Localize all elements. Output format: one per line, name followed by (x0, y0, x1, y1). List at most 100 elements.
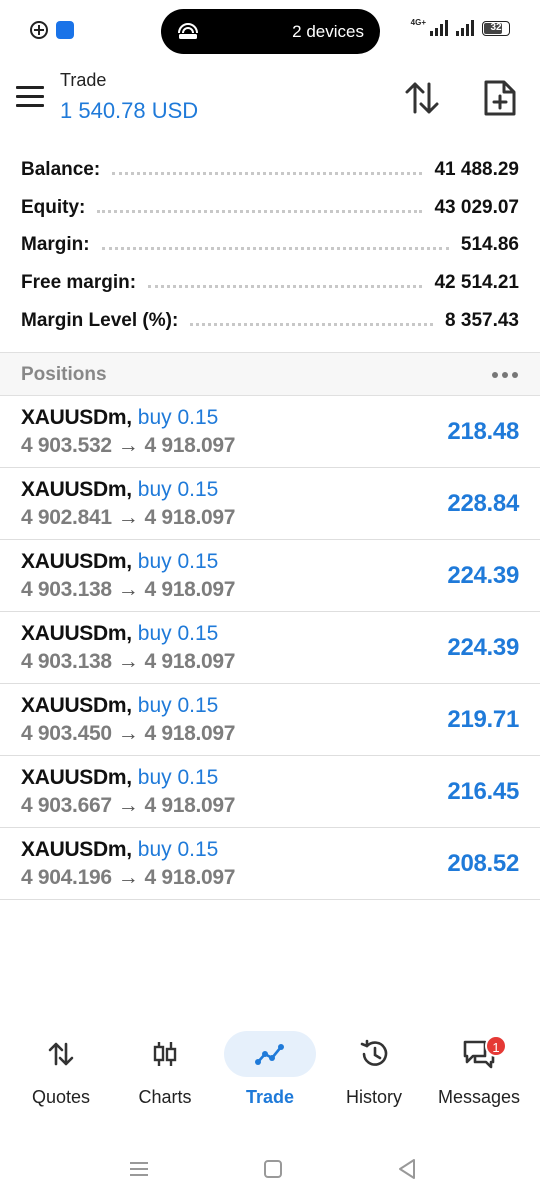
header-profit: 1 540.78 USD (60, 98, 199, 123)
position-side: buy 0.15 (137, 478, 219, 501)
summary-value: 41 488.29 (434, 159, 519, 180)
position-symbol: XAUUSDm, (21, 694, 132, 717)
nav-label: Messages (437, 1087, 521, 1107)
battery-level: 32 (490, 21, 502, 33)
position-profit: 218.48 (447, 418, 519, 445)
dotted-leader (101, 246, 449, 250)
status-left-icons (30, 21, 74, 39)
position-open-price: 4 903.667 (21, 794, 112, 817)
position-open-price: 4 902.841 (21, 506, 112, 529)
arrow-right-icon: → (117, 722, 139, 745)
position-side: buy 0.15 (137, 550, 219, 573)
position-row[interactable]: XAUUSDm, buy 0.15 4 903.532 → 4 918.097 218… (0, 396, 540, 468)
position-open-price: 4 903.138 (21, 650, 112, 673)
position-open-price: 4 903.138 (21, 578, 112, 601)
position-current-price: 4 918.097 (144, 722, 236, 745)
app-notification-icon (56, 21, 74, 39)
position-current-price: 4 918.097 (144, 866, 236, 889)
position-profit: 224.39 (447, 562, 519, 589)
position-row[interactable]: XAUUSDm, buy 0.15 4 903.450 → 4 918.097 219… (0, 684, 540, 756)
nav-label: Charts (138, 1087, 192, 1107)
summary-value: 42 514.21 (434, 272, 519, 293)
home-icon[interactable] (258, 1154, 288, 1184)
charts-icon (153, 1042, 177, 1066)
position-row[interactable]: XAUUSDm, buy 0.15 4 902.841 → 4 918.097 228… (0, 468, 540, 540)
add-circle-icon (30, 21, 48, 39)
position-symbol: XAUUSDm, (21, 406, 132, 429)
positions-list: XAUUSDm, buy 0.15 4 903.532 → 4 918.097 218… (0, 396, 540, 900)
position-profit: 219.71 (447, 706, 519, 733)
position-row[interactable]: XAUUSDm, buy 0.15 4 904.196 → 4 918.097 208… (0, 828, 540, 900)
dotted-leader (190, 322, 434, 326)
summary-row-free-margin: Free margin: 42 514.21 (21, 269, 519, 297)
menu-icon[interactable] (16, 86, 44, 108)
page-title: Trade (60, 70, 107, 90)
arrow-right-icon: → (117, 866, 139, 889)
new-order-icon[interactable] (482, 78, 518, 118)
position-current-price: 4 918.097 (144, 434, 236, 457)
summary-label: Equity: (21, 197, 86, 218)
status-bar: 2 devices 4G+ 32 (0, 0, 540, 62)
nav-history[interactable]: History (320, 1025, 428, 1120)
cast-pill[interactable]: 2 devices (161, 9, 380, 54)
summary-value: 43 029.07 (434, 197, 519, 218)
summary-value: 514.86 (460, 234, 519, 255)
position-symbol: XAUUSDm, (21, 766, 132, 789)
messages-badge: 1 (485, 1035, 507, 1057)
arrow-right-icon: → (117, 434, 139, 457)
arrow-right-icon: → (117, 650, 139, 673)
summary-row-margin: Margin: 514.86 (21, 231, 519, 259)
nav-label: Trade (245, 1087, 295, 1107)
nav-trade[interactable]: Trade (216, 1025, 324, 1120)
signal-icon (430, 20, 448, 36)
network-type: 4G+ (410, 17, 426, 27)
position-side: buy 0.15 (137, 622, 219, 645)
position-row[interactable]: XAUUSDm, buy 0.15 4 903.138 → 4 918.097 224… (0, 540, 540, 612)
position-current-price: 4 918.097 (144, 794, 236, 817)
position-current-price: 4 918.097 (144, 578, 236, 601)
dotted-leader (148, 284, 423, 288)
back-icon[interactable] (392, 1154, 422, 1184)
summary-label: Margin Level (%): (21, 310, 179, 331)
position-symbol: XAUUSDm, (21, 838, 132, 861)
battery-icon: 32 (482, 20, 510, 36)
trade-icon (255, 1044, 284, 1065)
sort-icon[interactable] (402, 80, 442, 116)
position-row[interactable]: XAUUSDm, buy 0.15 4 903.138 → 4 918.097 224… (0, 612, 540, 684)
cast-icon (178, 23, 198, 39)
position-open-price: 4 904.196 (21, 866, 112, 889)
positions-header: Positions (0, 353, 540, 396)
app-header: Trade 1 540.78 USD (0, 62, 540, 140)
nav-label: History (345, 1087, 402, 1107)
status-right-icons: 4G+ 32 (410, 17, 510, 36)
dotted-leader (97, 209, 423, 213)
summary-value: 8 357.43 (445, 310, 519, 331)
history-icon (360, 1039, 388, 1066)
nav-charts[interactable]: Charts (111, 1025, 219, 1120)
position-symbol: XAUUSDm, (21, 622, 132, 645)
summary-row-balance: Balance: 41 488.29 (21, 156, 519, 184)
cast-label: 2 devices (292, 21, 364, 41)
more-options-icon[interactable] (492, 372, 518, 378)
position-row[interactable]: XAUUSDm, buy 0.15 4 903.667 → 4 918.097 216… (0, 756, 540, 828)
recents-icon[interactable] (124, 1154, 154, 1184)
summary-label: Margin: (21, 234, 90, 255)
nav-messages[interactable]: 1 Messages (425, 1025, 533, 1120)
summary-label: Balance: (21, 159, 101, 180)
position-current-price: 4 918.097 (144, 650, 236, 673)
signal-icon-2 (456, 20, 474, 36)
position-side: buy 0.15 (137, 694, 219, 717)
position-side: buy 0.15 (137, 838, 219, 861)
position-profit: 216.45 (447, 778, 519, 805)
position-profit: 228.84 (447, 490, 519, 517)
position-side: buy 0.15 (137, 766, 219, 789)
arrow-right-icon: → (117, 578, 139, 601)
nav-label: Quotes (31, 1087, 91, 1107)
position-symbol: XAUUSDm, (21, 550, 132, 573)
position-profit: 208.52 (447, 850, 519, 877)
bottom-nav: Quotes Charts Trade History 1 Messages (0, 1025, 540, 1120)
position-current-price: 4 918.097 (144, 506, 236, 529)
position-open-price: 4 903.532 (21, 434, 112, 457)
arrow-right-icon: → (117, 794, 139, 817)
nav-quotes[interactable]: Quotes (7, 1025, 115, 1120)
